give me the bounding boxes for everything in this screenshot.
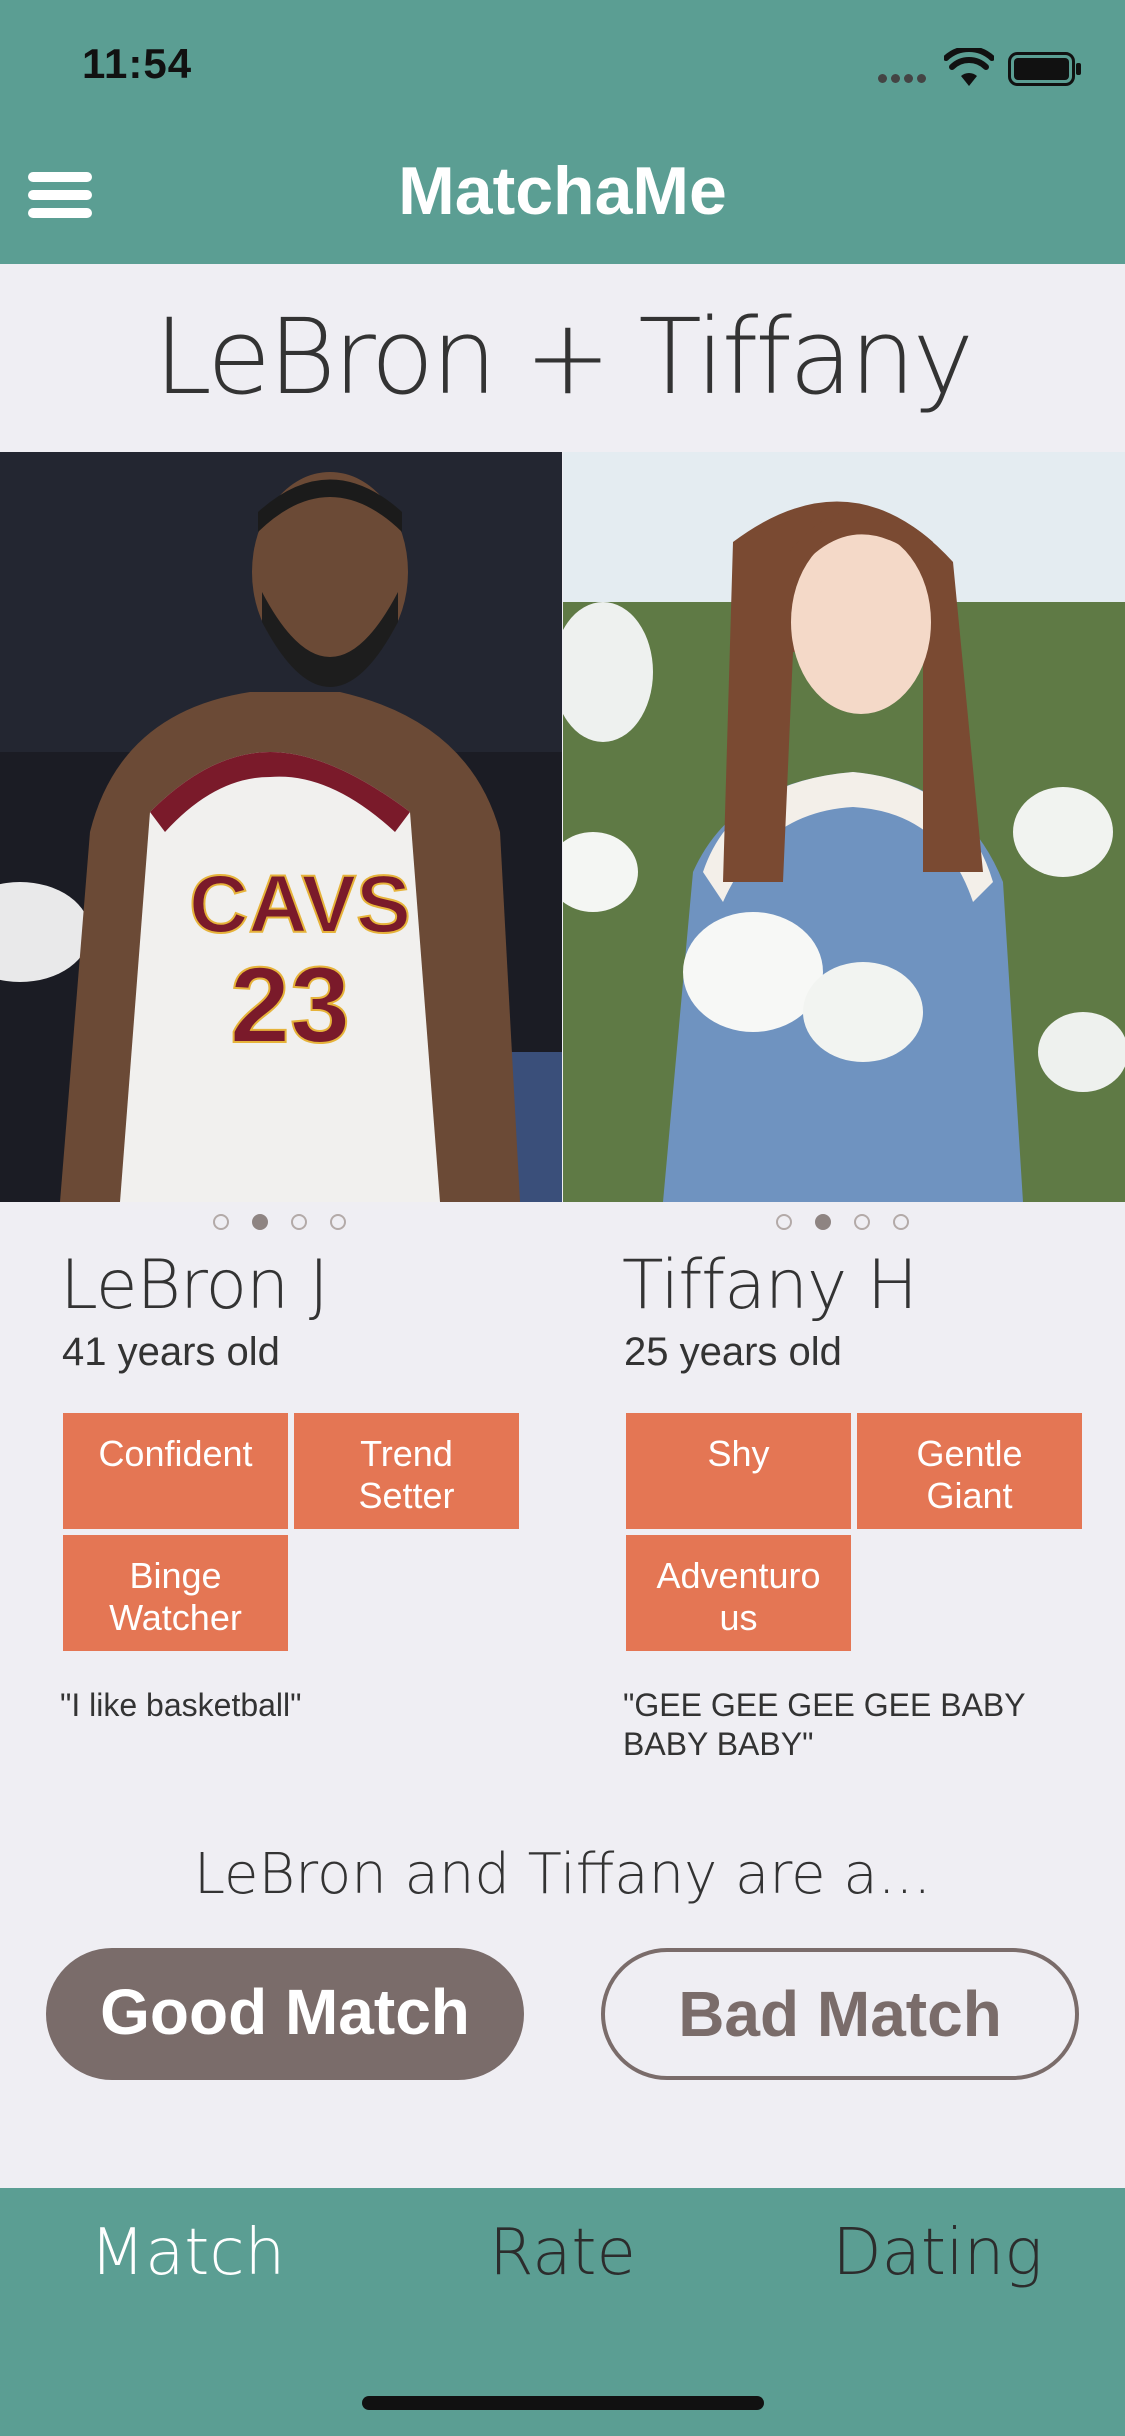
good-match-button[interactable]: Good Match	[46, 1948, 524, 2080]
status-time: 11:54	[82, 40, 193, 87]
tab-rate[interactable]: Rate	[375, 2216, 750, 2290]
app-header: 11:54 MatchaMe	[0, 0, 1125, 264]
trait-tag: Gentle Giant	[857, 1413, 1082, 1529]
photo-dot[interactable]	[291, 1214, 307, 1230]
app-title: MatchaMe	[398, 153, 727, 229]
bad-match-button[interactable]: Bad Match	[601, 1948, 1079, 2080]
match-question: LeBron and Tiffany are a...	[193, 1842, 932, 1907]
lebron-photo-dots	[213, 1214, 369, 1234]
photo-dot[interactable]	[330, 1214, 346, 1230]
jersey-number: 23	[230, 944, 350, 1065]
trait-tag: Confident	[63, 1413, 288, 1529]
tab-dating[interactable]: Dating	[750, 2216, 1125, 2290]
lebron-quote: "I like basketball"	[60, 1687, 302, 1723]
tab-match[interactable]: Match	[0, 2216, 375, 2290]
tiffany-name: Tiffany H	[622, 1246, 918, 1325]
tiffany-photo[interactable]	[563, 452, 1125, 1202]
trait-tag: Adventuro us	[626, 1535, 851, 1651]
lebron-name: LeBron J	[60, 1246, 329, 1325]
pair-title: LeBron + Tiffany	[153, 296, 974, 418]
trait-tag: Trend Setter	[294, 1413, 519, 1529]
photo-dot[interactable]	[213, 1214, 229, 1230]
trait-tag: Binge Watcher	[63, 1535, 288, 1651]
photo-dot-active[interactable]	[252, 1214, 268, 1230]
battery-icon	[1008, 52, 1081, 86]
tiffany-age: 25 years old	[624, 1330, 842, 1374]
jersey-text: CAVS	[189, 859, 411, 950]
photo-dot-active[interactable]	[815, 1214, 831, 1230]
tiffany-photo-dots	[776, 1214, 932, 1234]
lebron-age: 41 years old	[62, 1330, 280, 1374]
tiffany-quote: "GEE GEE GEE GEE BABY BABY BABY"	[623, 1687, 1026, 1762]
photo-dot[interactable]	[893, 1214, 909, 1230]
home-indicator[interactable]	[362, 2396, 764, 2410]
photo-dot[interactable]	[776, 1214, 792, 1230]
photo-dot[interactable]	[854, 1214, 870, 1230]
wifi-icon	[944, 48, 994, 86]
lebron-photo[interactable]: CAVS 23	[0, 452, 562, 1202]
signal-icon	[878, 70, 938, 83]
trait-tag: Shy	[626, 1413, 851, 1529]
